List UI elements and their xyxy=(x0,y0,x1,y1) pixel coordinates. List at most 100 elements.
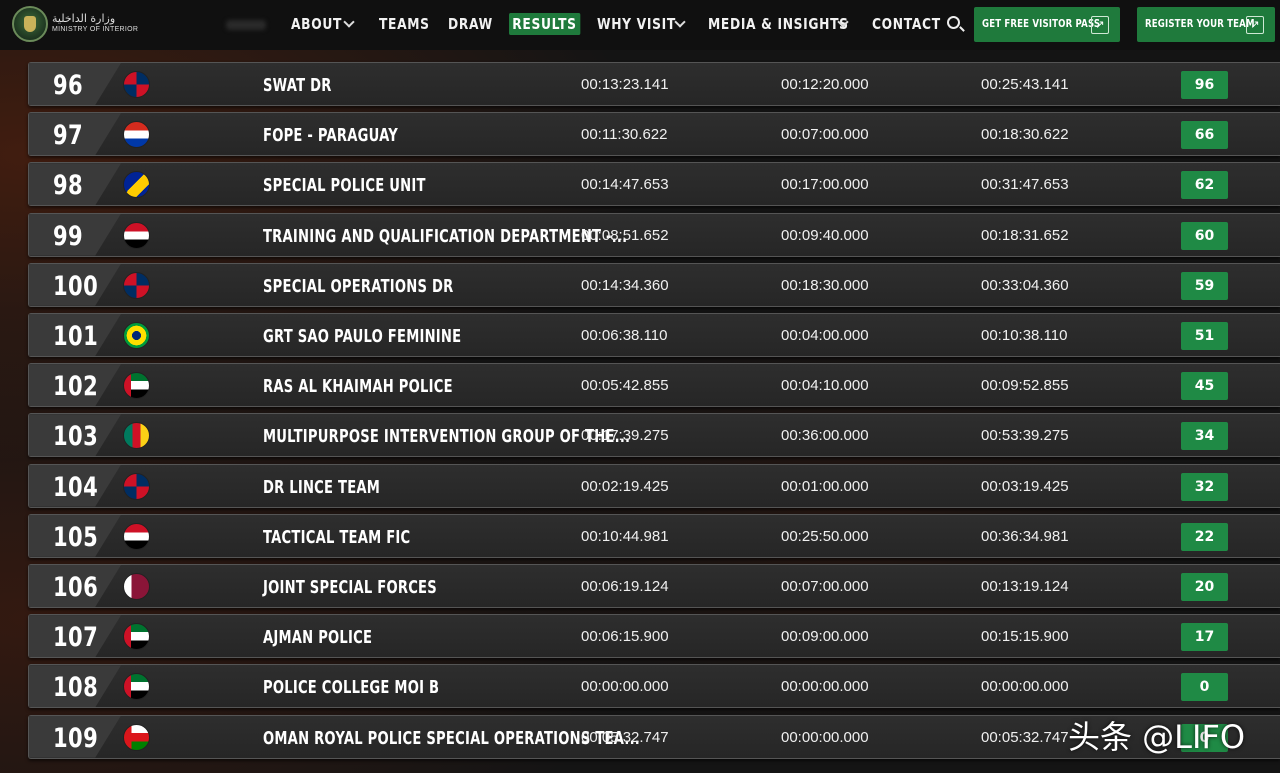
nav-draw[interactable]: DRAW xyxy=(448,13,493,35)
team-name[interactable]: SPECIAL POLICE UNIT xyxy=(263,175,426,196)
nav-contact[interactable]: CONTACT xyxy=(872,13,941,35)
chevron-down-icon[interactable] xyxy=(674,16,686,28)
team-name[interactable]: RAS AL KHAIMAH POLICE xyxy=(263,376,453,397)
rank-number: 105 xyxy=(53,521,99,553)
team-name[interactable]: TACTICAL TEAM FIC xyxy=(263,527,410,548)
team-name[interactable]: DR LINCE TEAM xyxy=(263,477,380,498)
flag-dominican-republic-icon xyxy=(123,472,150,500)
team-name[interactable]: GRT SAO PAULO FEMININE xyxy=(263,326,461,347)
team-name[interactable]: POLICE COLLEGE MOI B xyxy=(263,677,439,698)
table-row[interactable]: 105 TACTICAL TEAM FIC 00:10:44.981 00:25:50… xyxy=(28,513,1280,558)
table-row[interactable]: 108 POLICE COLLEGE MOI B 00:00:00.000 00:00… xyxy=(28,664,1280,709)
site-header: وزارة الداخلية MINISTRY OF INTERIOR ABOU… xyxy=(0,0,1280,50)
score-badge: 17 xyxy=(1181,623,1228,652)
time-stage-2: 00:12:20.000 xyxy=(781,76,869,93)
flag-oman-icon xyxy=(123,723,150,751)
time-stage-1: 00:06:15.900 xyxy=(581,628,669,646)
time-stage-1: 00:06:38.110 xyxy=(581,327,668,344)
score-badge: 96 xyxy=(1181,71,1228,99)
visitor-pass-label: GET FREE VISITOR PASS xyxy=(982,17,1101,30)
team-name[interactable]: SWAT DR xyxy=(263,75,332,96)
get-visitor-pass-button[interactable]: GET FREE VISITOR PASS ↗ xyxy=(974,7,1120,42)
table-row[interactable]: 106 JOINT SPECIAL FORCES 00:06:19.124 00:07… xyxy=(28,564,1280,608)
time-total: 00:25:43.141 xyxy=(981,76,1069,93)
time-total: 00:18:30.622 xyxy=(981,126,1069,144)
team-name[interactable]: SPECIAL OPERATIONS DR xyxy=(263,276,453,297)
rank-number: 102 xyxy=(53,371,99,403)
flag-uae-icon xyxy=(123,673,150,701)
time-total: 00:09:52.855 xyxy=(981,377,1069,395)
time-stage-1: 00:11:30.622 xyxy=(581,126,668,144)
time-stage-2: 00:01:00.000 xyxy=(781,477,869,495)
time-stage-1: 00:17:39.275 xyxy=(581,427,669,445)
rank-number: 100 xyxy=(53,270,99,302)
rank-number: 107 xyxy=(53,622,99,654)
time-total: 00:13:19.124 xyxy=(981,578,1069,595)
time-stage-2: 00:04:00.000 xyxy=(781,327,869,344)
nav-media-insights[interactable]: MEDIA & INSIGHTS xyxy=(708,13,849,35)
team-name[interactable]: FOPE - PARAGUAY xyxy=(263,125,398,146)
time-total: 00:31:47.653 xyxy=(981,176,1069,194)
table-row[interactable]: 103 MULTIPURPOSE INTERVENTION GROUP OF TH… xyxy=(28,413,1280,458)
table-row[interactable]: 101 GRT SAO PAULO FEMININE 00:06:38.110 00:… xyxy=(28,313,1280,357)
score-badge: 51 xyxy=(1181,322,1228,350)
rank-number: 96 xyxy=(53,70,84,101)
time-total: 00:05:32.747 xyxy=(981,728,1069,746)
score-badge: 59 xyxy=(1181,271,1228,300)
team-name[interactable]: JOINT SPECIAL FORCES xyxy=(263,577,437,598)
flag-dominican-republic-icon xyxy=(123,271,150,299)
team-name[interactable]: MULTIPURPOSE INTERVENTION GROUP OF THE..… xyxy=(263,426,630,447)
time-stage-2: 00:17:00.000 xyxy=(781,176,869,194)
flag-uae-icon xyxy=(123,372,150,400)
score-badge: 45 xyxy=(1181,372,1228,401)
time-stage-1: 00:10:44.981 xyxy=(581,527,669,545)
flag-syria-icon xyxy=(123,221,150,249)
nav-why-visit[interactable]: WHY VISIT xyxy=(597,13,676,35)
time-total: 00:00:00.000 xyxy=(981,678,1069,696)
rank-number: 101 xyxy=(53,321,99,352)
team-name[interactable]: TRAINING AND QUALIFICATION DEPARTMENT -.… xyxy=(263,226,627,247)
table-row[interactable]: 107 AJMAN POLICE 00:06:15.900 00:09:00.000 0… xyxy=(28,614,1280,659)
flag-uae-icon xyxy=(123,623,150,651)
time-stage-1: 00:06:19.124 xyxy=(581,578,669,595)
table-row[interactable]: 98 SPECIAL POLICE UNIT 00:14:47.653 00:17:0… xyxy=(28,162,1280,207)
flag-iraq-icon xyxy=(123,522,150,550)
register-team-button[interactable]: REGISTER YOUR TEAM ↗ xyxy=(1137,7,1275,42)
team-name[interactable]: AJMAN POLICE xyxy=(263,627,372,648)
table-row[interactable]: 104 DR LINCE TEAM 00:02:19.425 00:01:00.000… xyxy=(28,463,1280,508)
nav-about[interactable]: ABOUT xyxy=(291,13,342,35)
time-stage-2: 00:07:00.000 xyxy=(781,578,869,595)
score-badge: 20 xyxy=(1181,573,1228,601)
time-stage-1: 00:14:47.653 xyxy=(581,176,669,194)
flag-brazil-icon xyxy=(123,322,150,349)
time-stage-2: 00:25:50.000 xyxy=(781,527,869,545)
time-total: 00:33:04.360 xyxy=(981,276,1069,294)
time-stage-2: 00:18:30.000 xyxy=(781,276,869,294)
nav-teams[interactable]: TEAMS xyxy=(379,13,430,35)
score-badge: 22 xyxy=(1181,522,1228,551)
table-row[interactable]: 100 SPECIAL OPERATIONS DR 00:14:34.360 00:1… xyxy=(28,262,1280,307)
nav-results[interactable]: RESULTS xyxy=(509,13,580,35)
score-badge: 32 xyxy=(1181,472,1228,501)
table-row[interactable]: 102 RAS AL KHAIMAH POLICE 00:05:42.855 00:0… xyxy=(28,363,1280,408)
time-total: 00:18:31.652 xyxy=(981,226,1069,244)
time-stage-2: 00:04:10.000 xyxy=(781,377,869,395)
flag-qatar-icon xyxy=(123,573,150,600)
score-badge: 60 xyxy=(1181,221,1228,250)
rank-number: 103 xyxy=(53,421,99,453)
table-row[interactable]: 99 TRAINING AND QUALIFICATION DEPARTMENT … xyxy=(28,212,1280,257)
time-total: 00:10:38.110 xyxy=(981,327,1068,344)
time-stage-2: 00:07:00.000 xyxy=(781,126,869,144)
score-badge: 62 xyxy=(1181,171,1228,200)
flag-bosnia-icon xyxy=(123,171,150,199)
rank-number: 97 xyxy=(53,120,84,152)
table-row[interactable]: 96 SWAT DR 00:13:23.141 00:12:20.000 00:25:4… xyxy=(28,62,1280,106)
flag-dominican-republic-icon xyxy=(123,71,150,98)
chevron-down-icon[interactable] xyxy=(343,16,355,28)
time-stage-1: 00:05:42.855 xyxy=(581,377,669,395)
register-team-label: REGISTER YOUR TEAM xyxy=(1145,17,1255,30)
search-icon[interactable] xyxy=(947,16,960,29)
table-row[interactable]: 97 FOPE - PARAGUAY 00:11:30.622 00:07:00.00… xyxy=(28,112,1280,157)
rank-number: 109 xyxy=(53,722,99,754)
rank-number: 108 xyxy=(53,672,99,704)
